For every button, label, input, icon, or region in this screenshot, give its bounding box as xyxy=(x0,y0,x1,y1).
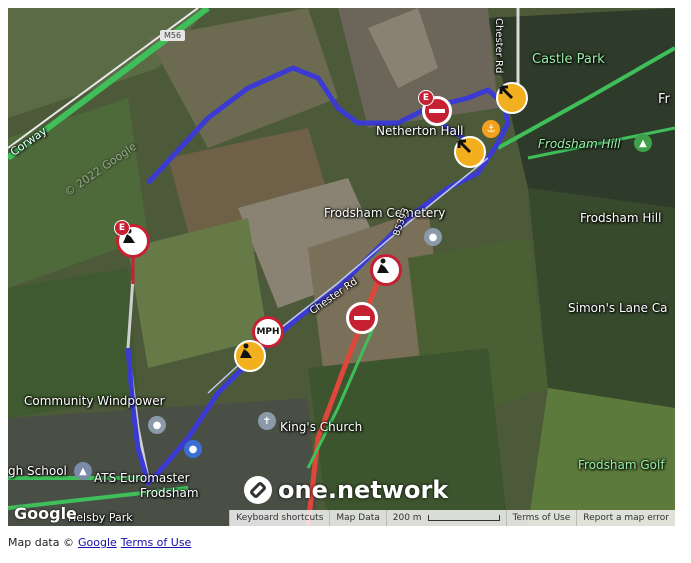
no-entry-bar-icon xyxy=(429,109,445,113)
arrow-up-left-icon-2 xyxy=(457,139,472,154)
label-chester-rd-north: Chester Rd xyxy=(493,18,504,74)
label-helsby-park: Helsby Park xyxy=(68,511,133,524)
e-badge-west: E xyxy=(114,220,130,236)
direction-marker-ne[interactable] xyxy=(496,82,528,114)
label-frodsham-cemetery: Frodsham Cemetery xyxy=(324,206,446,220)
label-high-school: gh School xyxy=(8,464,67,478)
roadworks-icon-2 xyxy=(377,258,389,273)
roadworks-marker-center[interactable] xyxy=(370,254,402,286)
label-frodsham-hill: Frodsham Hill xyxy=(580,211,662,225)
one-network-text: one.network xyxy=(278,476,449,504)
no-entry-marker-south[interactable] xyxy=(346,302,378,334)
direction-marker-nw[interactable] xyxy=(454,136,486,168)
map-attribution-bar: Keyboard shortcuts Map Data 200 m Terms … xyxy=(229,510,675,526)
label-simons-lane: Simon's Lane Ca xyxy=(568,301,668,315)
footer-terms-link[interactable]: Terms of Use xyxy=(121,536,192,549)
label-castle-park: Castle Park xyxy=(532,52,605,67)
church-pin-icon[interactable]: ✝ xyxy=(258,412,276,430)
motorway-shield: M56 xyxy=(160,30,186,41)
transit-poi-icon[interactable]: ● xyxy=(184,440,202,458)
keyboard-shortcuts-button[interactable]: Keyboard shortcuts xyxy=(229,510,329,526)
mph-label: MPH xyxy=(256,327,280,337)
report-map-error-link[interactable]: Report a map error xyxy=(576,510,675,526)
one-network-logo: one.network xyxy=(244,476,448,504)
page-footer: Map data © Google Terms of Use xyxy=(8,536,191,549)
one-network-logo-icon xyxy=(244,476,272,504)
windpower-pin-icon[interactable]: ● xyxy=(148,416,166,434)
park-poi-icon[interactable]: ▲ xyxy=(634,134,652,152)
scale-indicator[interactable]: 200 m xyxy=(385,510,506,526)
label-frodsham-hill-top: Frodsham Hill xyxy=(538,137,621,151)
label-netherton-hall: Netherton Hall xyxy=(376,124,464,138)
hotel-poi-icon[interactable]: ⚓ xyxy=(482,120,500,138)
label-frodsham-golf: Frodsham Golf xyxy=(578,458,665,472)
e-badge-north: E xyxy=(418,90,434,106)
roadworks-icon-3 xyxy=(240,343,252,358)
terms-of-use-link[interactable]: Terms of Use xyxy=(505,510,577,526)
scale-label: 200 m xyxy=(392,513,422,523)
marker-stem-west xyxy=(131,256,135,284)
label-community-windpower: Community Windpower xyxy=(24,394,165,408)
no-entry-bar-icon-2 xyxy=(354,316,370,320)
scale-bar xyxy=(427,515,500,521)
arrow-up-left-icon xyxy=(499,85,514,100)
label-ats-euromaster: ATS Euromaster xyxy=(94,471,190,485)
google-logo: Google xyxy=(14,504,77,523)
label-frodsham: Frodsham xyxy=(140,486,199,500)
label-fr: Fr xyxy=(658,92,670,107)
cemetery-pin-icon[interactable]: ● xyxy=(424,228,442,246)
footer-prefix: Map data © xyxy=(8,536,74,549)
label-kings-church: King's Church xyxy=(280,420,363,434)
roadworks-marker-orange[interactable] xyxy=(234,340,266,372)
school-poi-icon[interactable]: ▲ xyxy=(74,462,92,480)
map-view[interactable]: M56 Castle Park Chester Rd Fr Netherton … xyxy=(8,8,675,526)
map-canvas xyxy=(8,8,675,526)
map-data-button[interactable]: Map Data xyxy=(329,510,385,526)
footer-google-link[interactable]: Google xyxy=(78,536,117,549)
